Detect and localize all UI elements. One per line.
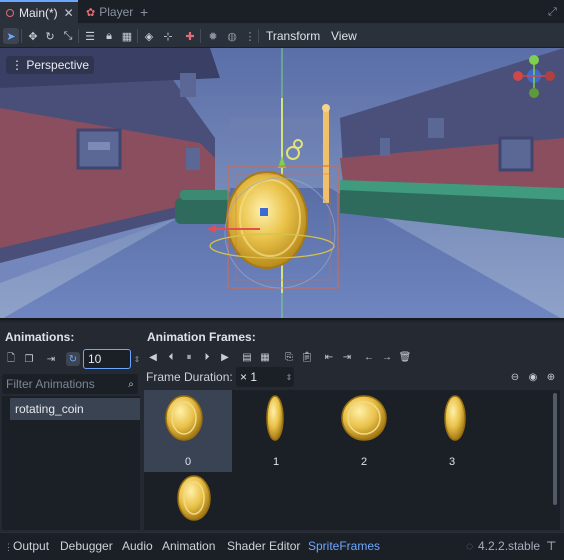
transform-icon[interactable]: ✚ bbox=[182, 28, 198, 44]
3d-viewport[interactable]: ⋮ Perspective bbox=[0, 48, 564, 320]
divider bbox=[200, 29, 201, 43]
paste-icon[interactable]: 📋︎ bbox=[300, 350, 314, 364]
shader-editor-tab[interactable]: Shader Editor bbox=[227, 539, 300, 553]
play-from-start-icon[interactable]: ▶ bbox=[218, 350, 232, 364]
frame-index-label: 1 bbox=[272, 456, 280, 468]
move-icon[interactable]: ✥ bbox=[25, 28, 41, 44]
frame-index-label: 0 bbox=[184, 456, 192, 468]
animation-list: rotating_coin bbox=[2, 396, 140, 530]
transform-menu[interactable]: Transform bbox=[266, 29, 320, 43]
expand-icon: ⋮ bbox=[4, 542, 13, 552]
update-spinner-icon: ◌ bbox=[466, 539, 474, 553]
autoplay-icon[interactable]: ⇥ bbox=[44, 352, 58, 366]
spinner-arrows-icon[interactable]: ⇕ bbox=[130, 352, 144, 366]
duplicate-animation-icon[interactable]: ❐ bbox=[22, 352, 36, 366]
list-icon[interactable]: ☰ bbox=[82, 28, 98, 44]
character-icon: ✿ bbox=[86, 6, 96, 19]
animation-item-rotating-coin[interactable]: rotating_coin bbox=[10, 398, 140, 420]
divider bbox=[137, 29, 138, 43]
insert-before-icon[interactable]: ⇤ bbox=[322, 350, 336, 364]
frame-duration-label: Frame Duration: bbox=[146, 370, 233, 384]
distraction-free-icon[interactable]: ⤢ bbox=[548, 0, 560, 24]
insert-after-icon[interactable]: ⇥ bbox=[340, 350, 354, 364]
perspective-menu[interactable]: ⋮ Perspective bbox=[6, 56, 95, 74]
audio-tab[interactable]: Audio bbox=[122, 539, 153, 553]
sun-icon[interactable]: ✹ bbox=[205, 28, 221, 44]
scene-tab-bar: Main(*) ✕ ✿ Player + ⤢ bbox=[0, 0, 564, 24]
play-backwards-icon[interactable]: ⏴ bbox=[164, 350, 178, 364]
animation-frames-header: Animation Frames: bbox=[147, 330, 256, 344]
frame-item[interactable] bbox=[144, 474, 232, 530]
coin-frame-sprite bbox=[444, 395, 466, 441]
search-icon: ⌕ bbox=[128, 378, 134, 390]
filter-animations-input[interactable]: Filter Animations bbox=[2, 374, 138, 394]
debugger-tab[interactable]: Debugger bbox=[60, 539, 113, 553]
loop-icon[interactable]: ↻ bbox=[66, 352, 80, 366]
move-right-icon[interactable]: → bbox=[380, 350, 394, 364]
zoom-out-icon[interactable]: ⊖ bbox=[508, 370, 522, 384]
menu-dots-icon: ⋮ bbox=[11, 58, 27, 72]
bottom-panel-bar: ⋮Output Debugger Audio Animation Shader … bbox=[0, 532, 564, 560]
view-menu[interactable]: View bbox=[331, 29, 357, 43]
animation-speed-field[interactable]: 10 bbox=[83, 349, 131, 369]
coin-frame-sprite bbox=[266, 395, 284, 441]
menu-icon[interactable]: ⋮ bbox=[242, 28, 258, 44]
frame-item[interactable]: 2 bbox=[320, 390, 408, 472]
pin-panel-icon[interactable]: ⊤ bbox=[546, 539, 556, 553]
spinner-arrows-icon[interactable]: ⇕ bbox=[282, 370, 296, 384]
tab-label: Main(*) bbox=[19, 6, 58, 20]
coin-frame-sprite bbox=[177, 475, 211, 521]
group-icon[interactable]: ▦ bbox=[119, 28, 135, 44]
frames-grid: 0 1 2 3 bbox=[144, 390, 560, 530]
environment-icon[interactable]: ◍ bbox=[224, 28, 240, 44]
scale-icon[interactable]: ⤡ bbox=[60, 28, 76, 44]
move-left-icon[interactable]: ← bbox=[362, 350, 376, 364]
frame-item[interactable]: 1 bbox=[232, 390, 320, 472]
version-label: 4.2.2.stable bbox=[478, 539, 541, 553]
coin-frame-sprite bbox=[165, 395, 203, 441]
animation-tab[interactable]: Animation bbox=[162, 539, 215, 553]
spritesheet-icon[interactable]: ▦ bbox=[258, 350, 272, 364]
ruler-icon[interactable]: ◈ bbox=[141, 28, 157, 44]
frame-index-label: 2 bbox=[360, 456, 368, 468]
play-backwards-from-start-icon[interactable]: ◀ bbox=[146, 350, 160, 364]
new-animation-icon[interactable]: 🗋︎ bbox=[4, 352, 18, 366]
frames-scrollbar[interactable] bbox=[553, 393, 557, 505]
viewport-toolbar: ➤ ✥ ↻ ⤡ ☰ 🔒︎ ▦ ◈ ⊹ ✚ ✹ ◍ ⋮ Transform Vie… bbox=[0, 24, 564, 48]
frame-item[interactable]: 0 bbox=[144, 390, 232, 472]
perspective-label: Perspective bbox=[26, 58, 90, 72]
select-icon[interactable]: ➤ bbox=[3, 28, 19, 44]
spriteframes-tab[interactable]: SpriteFrames bbox=[308, 539, 380, 553]
tab-player-scene[interactable]: ✿ Player bbox=[80, 0, 140, 24]
add-tab-button[interactable]: + bbox=[140, 0, 154, 24]
frame-item[interactable]: 3 bbox=[408, 390, 496, 472]
tab-label: Player bbox=[99, 5, 134, 19]
animations-header: Animations: bbox=[5, 330, 75, 344]
snap-icon[interactable]: ⊹ bbox=[160, 28, 176, 44]
scene-icon bbox=[6, 9, 14, 17]
output-tab[interactable]: ⋮Output bbox=[4, 539, 49, 553]
copy-icon[interactable]: ⎘ bbox=[282, 350, 296, 364]
coin-frame-sprite bbox=[341, 395, 387, 441]
close-icon[interactable]: ✕ bbox=[64, 6, 74, 20]
trash-icon[interactable]: 🗑︎ bbox=[398, 350, 412, 364]
load-frames-icon[interactable]: ▤ bbox=[240, 350, 254, 364]
divider bbox=[258, 29, 259, 43]
zoom-reset-icon[interactable]: ◉ bbox=[526, 370, 540, 384]
viewport-scene bbox=[0, 48, 564, 318]
divider bbox=[21, 29, 22, 43]
tab-main-scene[interactable]: Main(*) ✕ bbox=[0, 0, 78, 24]
play-icon[interactable]: ⏵ bbox=[200, 350, 214, 364]
pause-icon[interactable]: ⏸ bbox=[182, 350, 196, 364]
lock-icon[interactable]: 🔒︎ bbox=[101, 28, 117, 44]
divider bbox=[78, 29, 79, 43]
frame-index-label: 3 bbox=[448, 456, 456, 468]
zoom-in-icon[interactable]: ⊕ bbox=[544, 370, 558, 384]
rotate-icon[interactable]: ↻ bbox=[42, 28, 58, 44]
